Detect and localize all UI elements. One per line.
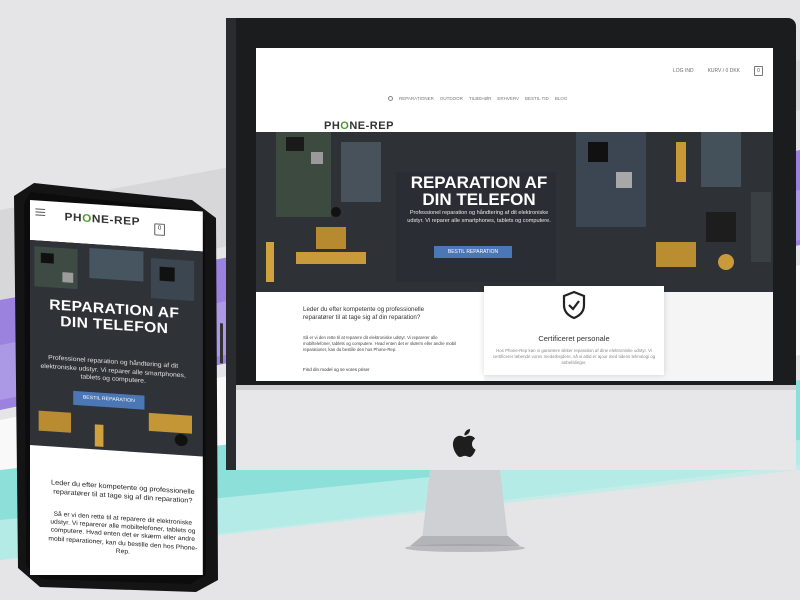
mobile-logo[interactable]: PHONE-REP: [65, 211, 140, 228]
mobile-intro-body: Så er vi den rette til at reparere dit e…: [48, 510, 198, 556]
menu-icon[interactable]: [35, 208, 46, 217]
cart-count: 0: [157, 225, 162, 232]
mobile-intro-lead: Leder du efter kompetente og professione…: [51, 479, 195, 505]
mobile-content: Leder du efter kompetente og professione…: [30, 445, 203, 575]
cart-icon[interactable]: 0: [154, 223, 165, 236]
mobile-hero: REPARATION AF DIN TELEFON Professionel r…: [30, 240, 203, 457]
circuit-board-image: [30, 240, 203, 457]
mobile-website: PHONE-REP 0 REPARATION AF DIN TELEFON Pr…: [30, 200, 220, 575]
